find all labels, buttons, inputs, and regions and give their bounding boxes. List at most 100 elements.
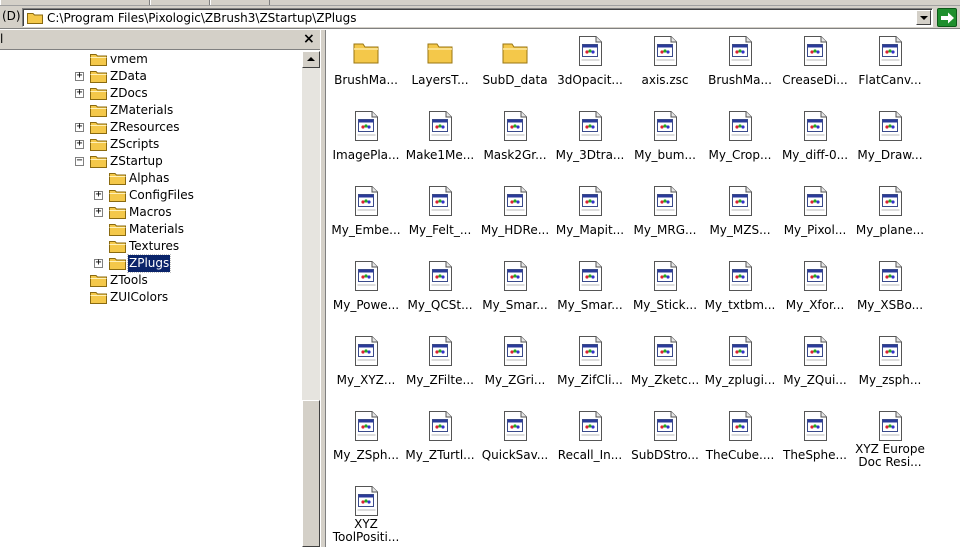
zsc-file-icon — [352, 185, 380, 217]
tree-item[interactable]: + ZResources — [0, 119, 300, 136]
file-item[interactable]: XYZ Europe Doc Resi... — [852, 410, 928, 480]
expand-icon[interactable]: + — [94, 189, 103, 200]
tree-item-label[interactable]: Textures — [128, 238, 180, 255]
file-item[interactable]: My_plane... — [852, 185, 928, 255]
file-label: QuickSav... — [481, 448, 549, 462]
file-item[interactable]: My_Smar... — [552, 260, 628, 330]
expand-icon[interactable]: + — [75, 87, 84, 98]
expand-icon[interactable]: + — [94, 206, 103, 217]
file-item[interactable]: My_ZGri... — [477, 335, 553, 405]
tree-item-label[interactable]: ZStartup — [109, 153, 164, 170]
file-item[interactable]: My_diff-0... — [777, 110, 853, 180]
tree-item[interactable]: Textures — [0, 238, 300, 255]
file-item[interactable]: My_ZFilte... — [402, 335, 478, 405]
file-item[interactable]: Recall_In... — [552, 410, 628, 480]
file-item[interactable]: Make1Me... — [402, 110, 478, 180]
file-item[interactable]: TheCube.... — [702, 410, 778, 480]
tree-item[interactable]: + ZScripts — [0, 136, 300, 153]
tree-item-label[interactable]: Macros — [128, 204, 173, 221]
tree-item[interactable]: + ZPlugs — [0, 254, 300, 273]
file-item[interactable]: My_zplugi... — [702, 335, 778, 405]
file-label: My_Xfor... — [785, 298, 845, 312]
expand-icon[interactable]: + — [94, 257, 103, 268]
file-item[interactable]: My_MRG... — [627, 185, 703, 255]
file-item[interactable]: My_Mapit... — [552, 185, 628, 255]
folder-item[interactable]: BrushMa... — [328, 35, 404, 105]
collapse-icon[interactable]: − — [75, 155, 84, 166]
tree-item[interactable]: ZUIColors — [0, 289, 300, 306]
tree-item-label[interactable]: Alphas — [128, 170, 170, 187]
tree-item-label[interactable]: vmem — [109, 51, 149, 68]
zsc-file-icon — [801, 110, 829, 142]
file-item[interactable]: My_QCSt... — [402, 260, 478, 330]
file-item[interactable]: My_3Dtra... — [552, 110, 628, 180]
file-item[interactable]: My_Embe... — [328, 185, 404, 255]
zsc-file-icon — [352, 110, 380, 142]
file-item[interactable]: My_Powe... — [328, 260, 404, 330]
scroll-up-button[interactable] — [302, 51, 320, 68]
file-item[interactable]: My_Pixol... — [777, 185, 853, 255]
tree-item-label[interactable]: ZScripts — [109, 136, 160, 153]
file-item[interactable]: My_ZTurtl... — [402, 410, 478, 480]
file-item[interactable]: My_bum... — [627, 110, 703, 180]
file-item[interactable]: My_Smar... — [477, 260, 553, 330]
file-item[interactable]: BrushMa... — [702, 35, 778, 105]
file-item[interactable]: My_txtbm... — [702, 260, 778, 330]
tree-item[interactable]: ZMaterials — [0, 102, 300, 119]
file-item[interactable]: Mask2Gr... — [477, 110, 553, 180]
file-item[interactable]: CreaseDi... — [777, 35, 853, 105]
file-item[interactable]: TheSphe... — [777, 410, 853, 480]
vertical-scrollbar[interactable] — [302, 51, 320, 547]
tree-item[interactable]: ZTools — [0, 272, 300, 289]
tree-item-label[interactable]: ZUIColors — [109, 289, 169, 306]
file-item[interactable]: My_HDRe... — [477, 185, 553, 255]
file-item[interactable]: My_ZQui... — [777, 335, 853, 405]
tree-item-label[interactable]: Materials — [128, 221, 185, 238]
file-item[interactable]: My_Stick... — [627, 260, 703, 330]
file-item[interactable]: My_Draw... — [852, 110, 928, 180]
file-item[interactable]: My_Zketc... — [627, 335, 703, 405]
tree-item-label[interactable]: ZData — [109, 68, 148, 85]
tree-item[interactable]: Materials — [0, 221, 300, 238]
tree-item[interactable]: − ZStartup — [0, 153, 300, 170]
tree-item-label[interactable]: ZTools — [109, 272, 149, 289]
file-item[interactable]: My_ZSph... — [328, 410, 404, 480]
file-item[interactable]: My_Felt_... — [402, 185, 478, 255]
file-item[interactable]: My_Xfor... — [777, 260, 853, 330]
file-item[interactable]: My_Crop... — [702, 110, 778, 180]
file-item[interactable]: My_zsph... — [852, 335, 928, 405]
expand-icon[interactable]: + — [75, 70, 84, 81]
file-item[interactable]: FlatCanv... — [852, 35, 928, 105]
expand-icon[interactable]: + — [75, 121, 84, 132]
tree-item-label[interactable]: ZDocs — [109, 85, 149, 102]
file-item[interactable]: XYZ ToolPositi... — [328, 485, 404, 547]
file-item[interactable]: SubDStro... — [627, 410, 703, 480]
tree-item[interactable]: + Macros — [0, 204, 300, 221]
tree-item[interactable]: + ZDocs — [0, 85, 300, 102]
scroll-thumb[interactable] — [302, 400, 320, 547]
tree-item[interactable]: vmem — [0, 51, 300, 68]
go-button[interactable] — [937, 8, 957, 27]
expand-icon[interactable]: + — [75, 138, 84, 149]
folder-item[interactable]: LayersT... — [402, 35, 478, 105]
file-item[interactable]: QuickSav... — [477, 410, 553, 480]
tree-item[interactable]: Alphas — [0, 170, 300, 187]
file-item[interactable]: axis.zsc — [627, 35, 703, 105]
file-item[interactable]: My_XSBo... — [852, 260, 928, 330]
file-item[interactable]: My_ZifCli... — [552, 335, 628, 405]
close-icon[interactable]: × — [303, 31, 315, 47]
tree-item[interactable]: + ConfigFiles — [0, 187, 300, 204]
folder-item[interactable]: SubD_data — [477, 35, 553, 105]
tree-item-label[interactable]: ZMaterials — [109, 102, 174, 119]
file-item[interactable]: My_MZS... — [702, 185, 778, 255]
file-item[interactable]: ImagePla... — [328, 110, 404, 180]
tree-item-label[interactable]: ZResources — [109, 119, 181, 136]
tree-item-label[interactable]: ConfigFiles — [128, 187, 195, 204]
address-dropdown-button[interactable] — [916, 10, 931, 25]
file-item[interactable]: My_XYZ... — [328, 335, 404, 405]
address-path[interactable]: C:\Program Files\Pixologic\ZBrush3\ZStar… — [47, 11, 357, 25]
tree-item-label[interactable]: ZPlugs — [126, 254, 172, 273]
tree-item[interactable]: + ZData — [0, 68, 300, 85]
file-item[interactable]: 3dOpacit... — [552, 35, 628, 105]
address-combobox[interactable]: C:\Program Files\Pixologic\ZBrush3\ZStar… — [22, 8, 933, 27]
